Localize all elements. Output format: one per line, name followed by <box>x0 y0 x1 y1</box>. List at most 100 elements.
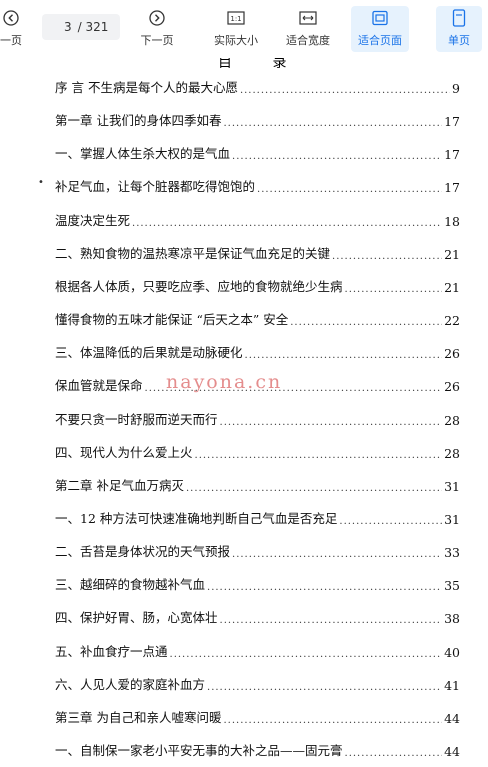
actual-size-label: 实际大小 <box>214 34 258 47</box>
page-total: / 321 <box>77 20 109 34</box>
toc-entry-title: 保血管就是保命 <box>55 378 143 394</box>
toc-entry-title: 一、自制保一家老小平安无事的大补之品——固元膏 <box>55 743 343 758</box>
toc-entry-page: 31 <box>444 511 460 527</box>
toc-entry-title: 懂得食物的五味才能保证 “后天之本” 安全 <box>55 312 289 328</box>
bullet-marker: • <box>38 177 44 188</box>
toc-entry[interactable]: 一、自制保一家老小平安无事的大补之品——固元膏.................… <box>55 739 460 759</box>
toc-entry-title: 根据各人体质，只要吃应季、应地的食物就绝少生病 <box>55 278 343 294</box>
toc-entry-page: 17 <box>444 114 460 130</box>
toc-entry-title: 四、保护好胃、肠，心宽体壮 <box>55 610 218 626</box>
toc-entry[interactable]: 补足气血，让每个脏器都吃得饱饱的........................… <box>55 175 460 195</box>
toc-leader-dots: ........................................… <box>239 85 450 96</box>
toc-entry-title: 补足气血，让每个脏器都吃得饱饱的 <box>55 179 256 195</box>
toc-leader-dots: ........................................… <box>132 217 443 229</box>
toc-entry-page: 26 <box>444 346 460 362</box>
prev-page-button[interactable]: 一页 <box>0 6 32 52</box>
fit-width-button[interactable]: 适合宽度 <box>280 6 336 52</box>
toc-entry-page: 17 <box>444 147 460 163</box>
toc-leader-dots: ........................................… <box>332 250 442 262</box>
toc-entry-title: 不要只贪一时舒服而逆天而行 <box>55 411 218 427</box>
toc-entry-title: 序 言 不生病是每个人的最大心愿 <box>55 80 238 95</box>
chevron-left-icon <box>2 9 20 27</box>
fit-page-icon <box>371 9 389 27</box>
toc-entry-title: 二、熟知食物的温热寒凉平是保证气血充足的关键 <box>55 245 331 261</box>
fit-page-button[interactable]: 适合页面 <box>351 6 409 52</box>
toc-entry[interactable]: 温度决定生死..................................… <box>55 209 460 229</box>
fit-width-label: 适合宽度 <box>286 34 330 47</box>
toc-entry[interactable]: 三、体温降低的后果就是动脉硬化.........................… <box>55 341 460 361</box>
toc-entry-page: 21 <box>444 246 460 262</box>
toc-entry[interactable]: 不要只贪一时舒服而逆天而行...........................… <box>55 408 460 428</box>
toc-entry[interactable]: 三、越细碎的食物越补气血............................… <box>55 573 460 593</box>
toc-entry[interactable]: 四、保护好胃、肠，心宽体壮...........................… <box>55 606 460 626</box>
toc-entry-page: 35 <box>444 578 460 594</box>
toc-leader-dots: ........................................… <box>344 283 443 295</box>
toc-entry-title: 一、掌握人体生杀大权的是气血 <box>55 146 231 162</box>
toc-entry[interactable]: 六、人见人爱的家庭补血方............................… <box>55 673 460 693</box>
pdf-toolbar: 一页 / 321 下一页 1:1 实际大小 适合宽度 适合页面 <box>0 0 488 58</box>
toc-entry[interactable]: 五、补血食疗一点通...............................… <box>55 640 460 660</box>
actual-size-button[interactable]: 1:1 实际大小 <box>208 6 264 52</box>
toc-heading-fragment: 目 录 <box>218 58 305 71</box>
toc-leader-dots: ........................................… <box>169 648 443 660</box>
toc-entry[interactable]: 一、12 种方法可快速准确地判断自己气血是否充足................… <box>55 507 460 527</box>
chevron-right-icon <box>148 9 166 27</box>
toc-entry-page: 28 <box>444 412 460 428</box>
toc-entry-title: 六、人见人爱的家庭补血方 <box>55 676 206 692</box>
watermark: nayona.cn <box>166 371 283 393</box>
svg-text:1:1: 1:1 <box>230 15 241 23</box>
document-page: 目 录 序 言 不生病是每个人的最大心愿....................… <box>0 58 488 767</box>
toc-leader-dots: ........................................… <box>207 582 443 594</box>
toc-entry-page: 33 <box>444 545 460 561</box>
toc-entry-page: 17 <box>444 180 460 196</box>
toc-entry-page: 21 <box>444 279 460 295</box>
toc-entry-page: 38 <box>444 611 460 627</box>
toc-entry[interactable]: 第一章 让我们的身体四季如春..........................… <box>55 109 460 129</box>
actual-size-icon: 1:1 <box>227 9 245 27</box>
toc-leader-dots: ........................................… <box>207 681 443 693</box>
toc-entry-title: 第二章 补足气血万病灭 <box>55 477 184 493</box>
page-number-input[interactable] <box>53 20 72 34</box>
toc-leader-dots: ........................................… <box>290 317 443 329</box>
toc-entry-page: 26 <box>444 379 460 395</box>
toc-entry-title: 温度决定生死 <box>55 212 131 228</box>
fit-width-icon <box>299 9 317 27</box>
page-number-box: / 321 <box>42 14 120 40</box>
toc-entry-title: 二、舌苔是身体状况的天气预报 <box>55 544 231 560</box>
toc-entry[interactable]: 懂得食物的五味才能保证 “后天之本” 安全...................… <box>55 308 460 328</box>
fit-page-label: 适合页面 <box>358 34 402 47</box>
single-page-label: 单页 <box>448 34 470 47</box>
toc-entry-page: 40 <box>444 644 460 660</box>
toc-entry[interactable]: 二、熟知食物的温热寒凉平是保证气血充足的关键..................… <box>55 242 460 262</box>
toc-leader-dots: ........................................… <box>257 184 443 196</box>
single-page-button[interactable]: 单页 <box>436 6 482 52</box>
toc-entry-title: 一、12 种方法可快速准确地判断自己气血是否充足 <box>55 510 338 526</box>
toc-leader-dots: ........................................… <box>232 151 442 163</box>
next-page-button[interactable]: 下一页 <box>134 6 180 52</box>
toc-entry-page: 28 <box>444 445 460 461</box>
toc-entry-page: 9 <box>452 81 460 96</box>
toc-entry[interactable]: 根据各人体质，只要吃应季、应地的食物就绝少生病.................… <box>55 275 460 295</box>
toc-entry[interactable]: 一、掌握人体生杀大权的是气血..........................… <box>55 142 460 162</box>
toc-entry-title: 三、越细碎的食物越补气血 <box>55 577 206 593</box>
toc-entry[interactable]: 第二章 补足气血万病灭.............................… <box>55 474 460 494</box>
toc-entry-page: 22 <box>444 313 460 329</box>
toc-entry-title: 第三章 为自己和亲人嘘寒问暖 <box>55 709 222 725</box>
toc-leader-dots: ........................................… <box>223 714 442 726</box>
toc-entry-title: 三、体温降低的后果就是动脉硬化 <box>55 345 243 361</box>
toc-entry-page: 44 <box>444 744 460 759</box>
next-page-label: 下一页 <box>140 34 174 47</box>
toc-leader-dots: ........................................… <box>185 482 442 494</box>
toc-entry-page: 18 <box>444 213 460 229</box>
toc-entry[interactable]: 序 言 不生病是每个人的最大心愿........................… <box>55 76 460 96</box>
toc-entry[interactable]: 第三章 为自己和亲人嘘寒问暖..........................… <box>55 706 460 726</box>
prev-page-label: 一页 <box>0 34 22 47</box>
toc-entry-title: 四、现代人为什么爱上火 <box>55 444 193 460</box>
toc-entry-page: 31 <box>444 478 460 494</box>
toc-entry[interactable]: 二、舌苔是身体状况的天气预报..........................… <box>55 540 460 560</box>
toc-leader-dots: ........................................… <box>219 416 443 428</box>
toc-leader-dots: ........................................… <box>244 350 443 362</box>
toc-entry-page: 41 <box>444 677 460 693</box>
toc-leader-dots: ........................................… <box>339 515 442 527</box>
toc-entry[interactable]: 四、现代人为什么爱上火.............................… <box>55 441 460 461</box>
